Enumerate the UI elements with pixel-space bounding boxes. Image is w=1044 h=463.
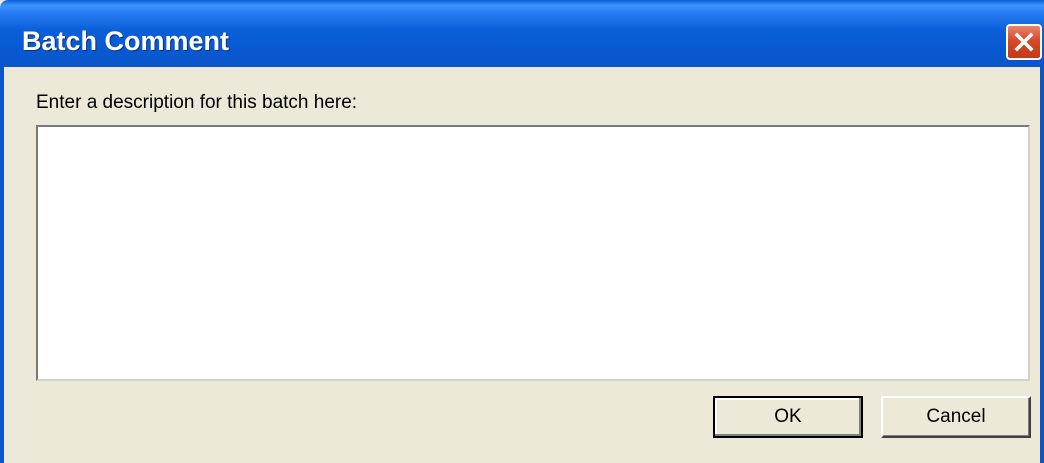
batch-comment-dialog: Batch Comment Enter a description for th… <box>0 0 1044 463</box>
title-bar[interactable]: Batch Comment <box>0 0 1044 67</box>
window-frame-right <box>1040 67 1044 463</box>
close-icon <box>1014 32 1034 52</box>
window-frame-left <box>0 67 4 463</box>
close-button[interactable] <box>1006 24 1042 60</box>
batch-description-textarea[interactable] <box>36 125 1030 381</box>
window-title: Batch Comment <box>22 26 230 56</box>
ok-button[interactable]: OK <box>713 396 863 438</box>
cancel-button[interactable]: Cancel <box>881 396 1031 438</box>
description-prompt-label: Enter a description for this batch here: <box>36 92 358 113</box>
